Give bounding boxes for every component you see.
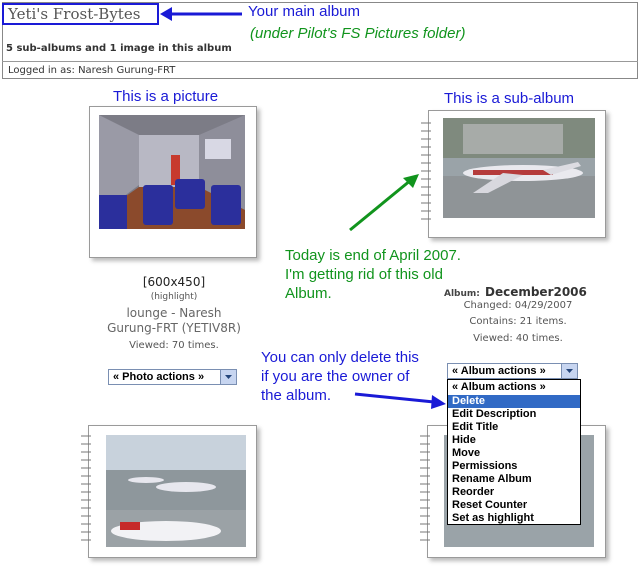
subalbum-contains: Contains: 21 items.: [469, 316, 567, 327]
menu-option-rename-album[interactable]: Rename Album: [448, 473, 580, 486]
subalbum-viewed: Viewed: 40 times.: [473, 333, 563, 344]
menu-option-reset-counter[interactable]: Reset Counter: [448, 499, 580, 512]
picture-title-line-1: lounge - Naresh: [126, 306, 222, 320]
menu-option-edit-title[interactable]: Edit Title: [448, 421, 580, 434]
menu-option-header[interactable]: « Album actions »: [448, 381, 580, 394]
note-delete-line-2: if you are the owner of: [261, 368, 410, 385]
menu-option-delete[interactable]: Delete: [448, 395, 580, 408]
airplane-hangar-image: [443, 118, 595, 218]
airport-image: [106, 435, 246, 547]
picture-frame[interactable]: [89, 106, 257, 258]
note-today-line-1: Today is end of April 2007.: [285, 247, 461, 264]
photo-actions-label: « Photo actions »: [113, 371, 205, 383]
note-delete-line-1: You can only delete this: [261, 349, 419, 366]
subalbum-frame-2[interactable]: [81, 425, 257, 558]
subalbum-name[interactable]: December2006: [485, 285, 587, 299]
menu-option-edit-description[interactable]: Edit Description: [448, 408, 580, 421]
subalbum-thumbnail[interactable]: [443, 118, 595, 218]
album-actions-select[interactable]: « Album actions »: [447, 363, 578, 379]
album-count: 5 sub-albums and 1 image in this album: [6, 43, 232, 54]
note-main-album: Your main album: [248, 3, 361, 20]
picture-dimensions: [600x450]: [142, 275, 206, 289]
menu-option-set-as-highlight[interactable]: Set as highlight: [448, 512, 580, 525]
picture-title-line-2: Gurung-FRT (YETIV8R): [107, 321, 241, 335]
note-this-is-subalbum: This is a sub-album: [444, 90, 575, 107]
photo-actions-select[interactable]: « Photo actions »: [108, 369, 237, 385]
delete-annotation-arrow: [354, 392, 446, 409]
menu-option-permissions[interactable]: Permissions: [448, 460, 580, 473]
note-under-folder: (under Pilot's FS Pictures folder): [250, 25, 466, 42]
subalbum-frame[interactable]: [421, 110, 606, 238]
chevron-down-icon[interactable]: [220, 370, 236, 384]
subalbum-thumbnail-2[interactable]: [106, 435, 246, 547]
header-divider: [2, 61, 638, 62]
subalbum-name-row: Album: December2006: [444, 281, 587, 300]
picture-highlight-label: (highlight): [150, 292, 198, 302]
lounge-image: [99, 115, 245, 229]
green-annotation-arrow: [349, 174, 419, 232]
picture-thumbnail[interactable]: [99, 115, 245, 229]
logged-in-status: Logged in as: Naresh Gurung-FRT: [8, 65, 176, 76]
album-actions-label: « Album actions »: [452, 365, 546, 377]
menu-option-move[interactable]: Move: [448, 447, 580, 460]
spiral-binding-icon: [420, 435, 430, 541]
album-actions-menu[interactable]: « Album actions » Delete Edit Descriptio…: [447, 379, 581, 525]
spiral-binding-icon: [81, 435, 91, 541]
album-label: Album:: [444, 289, 480, 299]
chevron-down-icon[interactable]: [561, 364, 577, 378]
menu-option-hide[interactable]: Hide: [448, 434, 580, 447]
album-title: Yeti's Frost-Bytes: [2, 3, 159, 25]
main-album-arrow: [160, 7, 242, 21]
menu-option-reorder[interactable]: Reorder: [448, 486, 580, 499]
note-this-is-picture: This is a picture: [113, 88, 219, 105]
picture-viewed: Viewed: 70 times.: [129, 340, 219, 351]
subalbum-changed: Changed: 04/29/2007: [463, 300, 573, 311]
note-delete-line-3: the album.: [261, 387, 332, 404]
